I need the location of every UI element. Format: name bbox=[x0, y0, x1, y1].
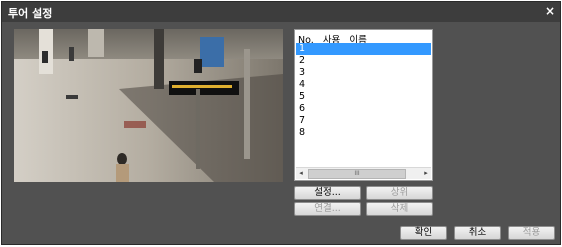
scroll-left-icon[interactable]: ◂ bbox=[296, 168, 306, 179]
list-item[interactable]: 1 bbox=[296, 43, 431, 55]
list-item[interactable]: 6 bbox=[296, 103, 431, 115]
camera-preview-image bbox=[14, 29, 283, 182]
connect-button[interactable]: 연결... bbox=[294, 202, 361, 216]
list-item[interactable]: 3 bbox=[296, 67, 431, 79]
list-item[interactable]: 5 bbox=[296, 91, 431, 103]
horizontal-scrollbar[interactable]: ◂ III ▸ bbox=[296, 167, 431, 179]
settings-button[interactable]: 설정... bbox=[294, 186, 361, 200]
up-button[interactable]: 상위 bbox=[366, 186, 433, 200]
list-item[interactable]: 7 bbox=[296, 115, 431, 127]
scroll-right-icon[interactable]: ▸ bbox=[421, 168, 431, 179]
list-item[interactable]: 2 bbox=[296, 55, 431, 67]
cancel-button[interactable]: 취소 bbox=[454, 226, 501, 240]
title-bar: 투어 설정 × bbox=[2, 2, 560, 22]
close-button[interactable]: × bbox=[545, 4, 555, 18]
ok-button[interactable]: 확인 bbox=[400, 226, 447, 240]
camera-preview bbox=[14, 29, 283, 182]
camera-list[interactable]: No. 사용 이름 1 2 3 4 5 6 7 8 ◂ III ▸ bbox=[294, 29, 433, 181]
list-item[interactable]: 8 bbox=[296, 127, 431, 139]
list-item[interactable]: 4 bbox=[296, 79, 431, 91]
apply-button[interactable]: 적용 bbox=[508, 226, 555, 240]
delete-button[interactable]: 삭제 bbox=[366, 202, 433, 216]
dialog-title: 투어 설정 bbox=[8, 7, 53, 20]
tour-settings-dialog: 투어 설정 × No. 사용 이름 1 2 3 4 5 6 7 8 ◂ III … bbox=[1, 1, 561, 245]
scroll-thumb[interactable]: III bbox=[308, 169, 406, 179]
list-rows: 1 2 3 4 5 6 7 8 bbox=[296, 43, 431, 139]
